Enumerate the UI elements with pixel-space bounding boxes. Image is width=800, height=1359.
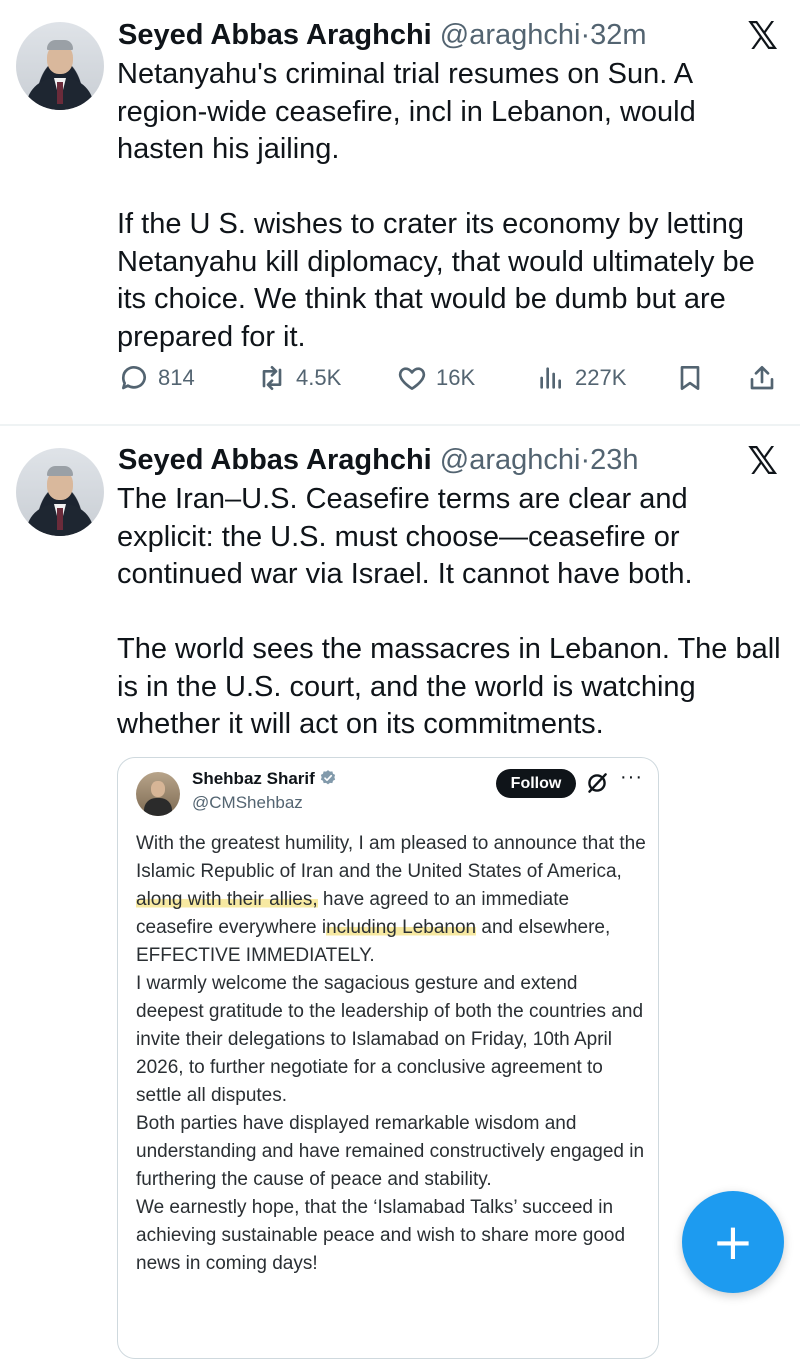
quoted-paragraph: With the greatest humility, I am pleased… xyxy=(136,830,646,970)
author-name[interactable]: Seyed Abbas Araghchi xyxy=(118,19,432,51)
compose-plus-icon: + xyxy=(712,1213,754,1271)
quoted-text-run: With the greatest humility, I am pleased… xyxy=(136,833,646,882)
timestamp[interactable]: 32m xyxy=(590,19,646,51)
separator-dot: · xyxy=(580,444,591,476)
reply-count: 814 xyxy=(158,365,195,390)
separator-dot: · xyxy=(580,19,591,51)
quoted-paragraph: We earnestly hope, that the ‘Islamabad T… xyxy=(136,1197,626,1274)
like-count: 16K xyxy=(436,365,476,390)
action-bar: 814 4.5K 16K 227K xyxy=(0,362,800,406)
x-logo-icon: 𝕏 xyxy=(747,439,778,483)
tweet-paragraph: The world sees the massacres in Lebanon.… xyxy=(117,633,781,740)
tweet-2[interactable]: Seyed Abbas Araghchi @araghchi·23h 𝕏 The… xyxy=(0,426,800,1359)
bookmark-icon xyxy=(680,366,700,390)
repost-count: 4.5K xyxy=(296,365,342,390)
quoted-text: With the greatest humility, I am pleased… xyxy=(136,830,646,1278)
highlighted-text: along with their allies, xyxy=(136,889,318,910)
tweet-header: Seyed Abbas Araghchi @araghchi·32m xyxy=(118,17,647,53)
share-icon xyxy=(750,366,774,390)
author-name[interactable]: Seyed Abbas Araghchi xyxy=(118,444,432,476)
quoted-avatar[interactable] xyxy=(136,772,180,816)
quoted-paragraph: I warmly welcome the sagacious gesture a… xyxy=(136,973,644,1106)
tweet-1[interactable]: Seyed Abbas Araghchi @araghchi·32m 𝕏 Net… xyxy=(0,0,800,424)
timestamp[interactable]: 23h xyxy=(590,444,638,476)
like-button[interactable]: 16K xyxy=(396,362,475,394)
more-options-button[interactable]: ··· xyxy=(620,766,643,789)
views-count: 227K xyxy=(575,365,627,390)
reply-icon xyxy=(121,366,146,390)
bookmark-button[interactable] xyxy=(674,362,706,394)
quoted-author-name-text: Shehbaz Sharif xyxy=(192,769,315,788)
tweet-header: Seyed Abbas Araghchi @araghchi·23h xyxy=(118,442,639,478)
share-button[interactable] xyxy=(746,362,778,394)
quoted-post[interactable]: Shehbaz Sharif @CMShehbaz Follow ··· Wit… xyxy=(117,757,659,1359)
highlighted-text: ncluding Lebanon xyxy=(326,917,477,938)
repost-button[interactable]: 4.5K xyxy=(256,362,341,394)
repost-icon xyxy=(262,366,282,390)
views-icon xyxy=(540,367,561,389)
reply-button[interactable]: 814 xyxy=(118,362,195,394)
quoted-author-name[interactable]: Shehbaz Sharif xyxy=(192,769,337,789)
author-handle[interactable]: @araghchi xyxy=(440,19,581,51)
x-logo-icon: 𝕏 xyxy=(747,14,778,58)
avatar[interactable] xyxy=(16,448,104,536)
author-handle[interactable]: @araghchi xyxy=(440,444,581,476)
like-icon xyxy=(398,367,426,390)
tweet-paragraph: If the U S. wishes to crater its economy… xyxy=(117,208,755,353)
tweet-text: The Iran–U.S. Ceasefire terms are clear … xyxy=(117,481,787,744)
compose-button[interactable]: + xyxy=(682,1191,784,1293)
tweet-paragraph: The Iran–U.S. Ceasefire terms are clear … xyxy=(117,483,693,590)
tweet-paragraph: Netanyahu's criminal trial resumes on Su… xyxy=(117,58,696,165)
views-button[interactable]: 227K xyxy=(535,362,626,394)
tweet-text: Netanyahu's criminal trial resumes on Su… xyxy=(117,56,787,356)
grok-icon[interactable] xyxy=(584,770,610,796)
avatar[interactable] xyxy=(16,22,104,110)
quoted-author-handle[interactable]: @CMShehbaz xyxy=(192,793,303,813)
verified-badge-icon xyxy=(320,770,335,785)
follow-button[interactable]: Follow xyxy=(496,769,576,798)
quoted-paragraph: Both parties have displayed remarkable w… xyxy=(136,1113,645,1190)
